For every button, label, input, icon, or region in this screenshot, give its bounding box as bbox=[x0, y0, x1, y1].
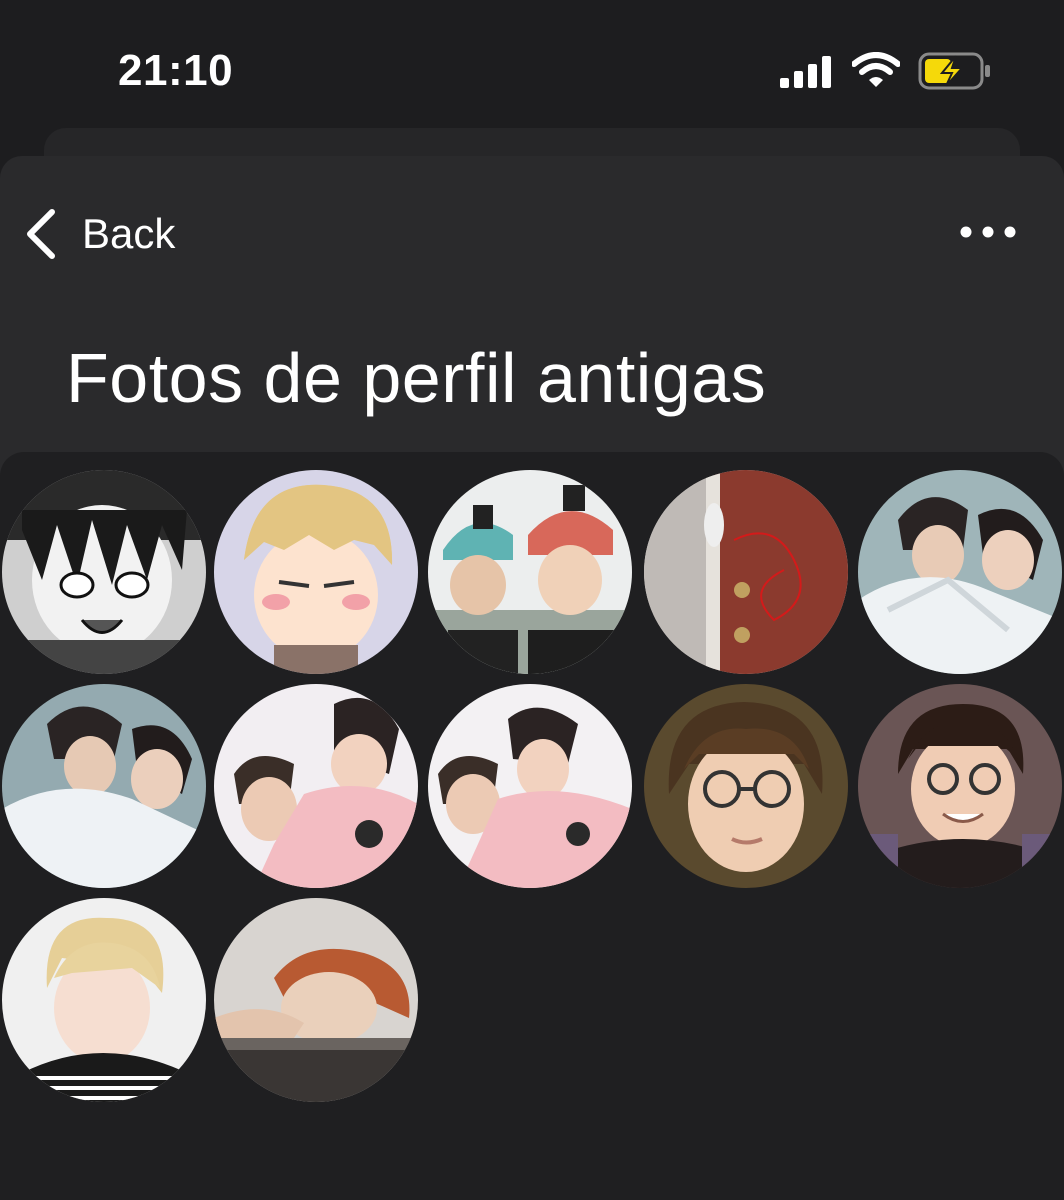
profile-photo-8[interactable] bbox=[428, 684, 632, 888]
profile-photo-2[interactable] bbox=[214, 470, 418, 674]
status-time: 21:10 bbox=[118, 46, 234, 95]
profile-photo-10[interactable] bbox=[858, 684, 1062, 888]
back-label: Back bbox=[82, 210, 176, 257]
profile-photo-4[interactable] bbox=[644, 470, 848, 674]
chevron-left-icon bbox=[27, 209, 55, 259]
profile-photo-11[interactable] bbox=[2, 898, 206, 1102]
cellular-signal-icon bbox=[780, 56, 831, 88]
back-button[interactable]: Back bbox=[22, 204, 175, 264]
profile-photo-7[interactable] bbox=[214, 684, 418, 888]
profile-photo-3[interactable] bbox=[428, 470, 632, 674]
more-horizontal-icon[interactable] bbox=[958, 222, 1018, 242]
profile-photo-12[interactable] bbox=[214, 898, 418, 1102]
battery-charging-icon bbox=[918, 52, 990, 90]
status-bar: 21:10 bbox=[0, 0, 1064, 128]
profile-photo-9[interactable] bbox=[644, 684, 848, 888]
profile-photo-1[interactable] bbox=[2, 470, 206, 674]
profile-photo-5[interactable] bbox=[858, 470, 1062, 674]
page-title: Fotos de perfil antigas bbox=[66, 339, 767, 417]
wifi-icon bbox=[852, 52, 900, 87]
profile-photo-6[interactable] bbox=[2, 684, 206, 888]
